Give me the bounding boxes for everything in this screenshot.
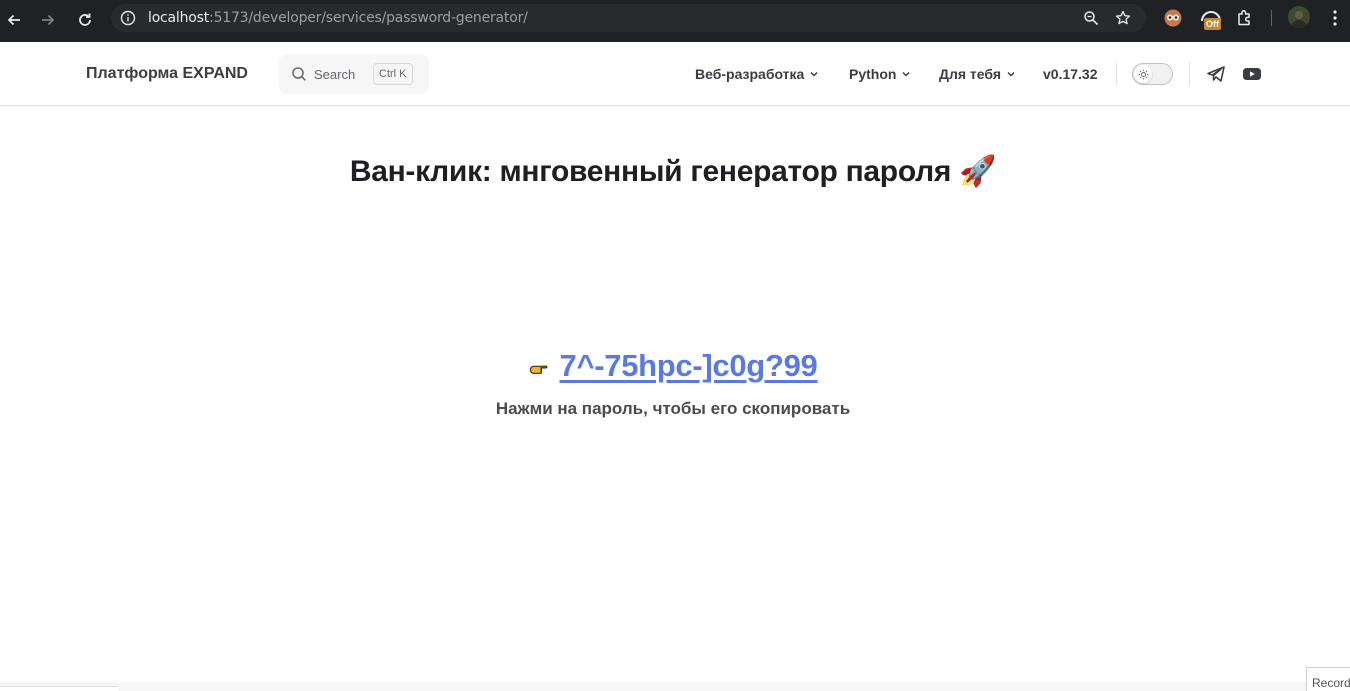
reload-button[interactable] bbox=[71, 6, 99, 34]
menu-label: Для тебя bbox=[939, 66, 1002, 82]
pointing-hand-icon bbox=[529, 365, 547, 374]
extensions-puzzle-icon[interactable] bbox=[1235, 8, 1255, 28]
bookmark-star-icon[interactable] bbox=[1115, 10, 1131, 26]
toolbar-divider bbox=[1271, 10, 1272, 26]
zoom-icon[interactable] bbox=[1083, 10, 1099, 26]
generated-password-link[interactable]: 7^-75hpc-]c0g?99 bbox=[560, 348, 818, 384]
address-bar[interactable]: localhost:5173/developer/services/passwo… bbox=[111, 4, 1146, 32]
reload-icon bbox=[79, 13, 91, 26]
arrow-left-icon bbox=[7, 14, 20, 26]
extension-badge: Off bbox=[1204, 18, 1221, 30]
theme-toggle[interactable] bbox=[1132, 63, 1173, 85]
avatar-icon bbox=[1291, 11, 1307, 28]
site-header: Платформа EXPAND Search Ctrl K Веб-разра… bbox=[0, 42, 1350, 106]
search-icon bbox=[292, 67, 306, 81]
toggle-knob bbox=[1134, 65, 1152, 83]
url-path: :5173/developer/services/password-genera… bbox=[209, 10, 528, 26]
chevron-down-icon bbox=[902, 71, 910, 77]
forward-button[interactable] bbox=[34, 6, 62, 34]
sun-icon bbox=[1138, 69, 1148, 79]
menu-web-development[interactable]: Веб-разработка bbox=[695, 66, 819, 82]
url-host: localhost bbox=[148, 10, 210, 26]
menu-for-you[interactable]: Для тебя bbox=[939, 66, 1016, 82]
browser-toolbar: localhost:5173/developer/services/passwo… bbox=[0, 0, 1350, 42]
vpn-extension-button[interactable]: Off bbox=[1199, 6, 1225, 32]
youtube-icon[interactable] bbox=[1242, 64, 1262, 84]
copy-hint-text: Нажми на пароль, чтобы его скопировать bbox=[495, 399, 851, 418]
profile-avatar[interactable] bbox=[1288, 6, 1310, 28]
owl-extension-icon[interactable] bbox=[1162, 7, 1184, 29]
menu-python[interactable]: Python bbox=[849, 66, 911, 82]
telegram-icon[interactable] bbox=[1206, 64, 1226, 84]
bottom-segment bbox=[0, 686, 118, 691]
arrow-right-icon bbox=[42, 14, 55, 26]
bottom-strip bbox=[0, 682, 1306, 691]
menu-label: Веб-разработка bbox=[695, 66, 805, 82]
search-label: Search bbox=[314, 67, 356, 82]
site-logo-title[interactable]: Платформа EXPAND bbox=[86, 65, 248, 83]
site-info-icon[interactable] bbox=[120, 10, 136, 26]
search-button[interactable]: Search Ctrl K bbox=[279, 54, 429, 94]
url-text[interactable]: localhost:5173/developer/services/passwo… bbox=[148, 10, 528, 26]
menu-label: Python bbox=[849, 66, 897, 82]
back-button[interactable] bbox=[0, 6, 28, 34]
record-button[interactable]: Record bbox=[1306, 667, 1350, 691]
kebab-menu-icon[interactable] bbox=[1327, 9, 1343, 27]
version-label[interactable]: v0.17.32 bbox=[1043, 66, 1098, 82]
chevron-down-icon bbox=[1007, 71, 1015, 77]
nav-divider bbox=[1189, 62, 1190, 86]
search-shortcut: Ctrl K bbox=[373, 63, 413, 85]
nav-divider bbox=[1116, 62, 1117, 86]
chevron-down-icon bbox=[810, 71, 818, 77]
password-row: 7^-75hpc-]c0g?99 bbox=[0, 348, 1346, 384]
page-title: Ван-клик: мнговенный генератор пароля 🚀 bbox=[349, 155, 997, 188]
